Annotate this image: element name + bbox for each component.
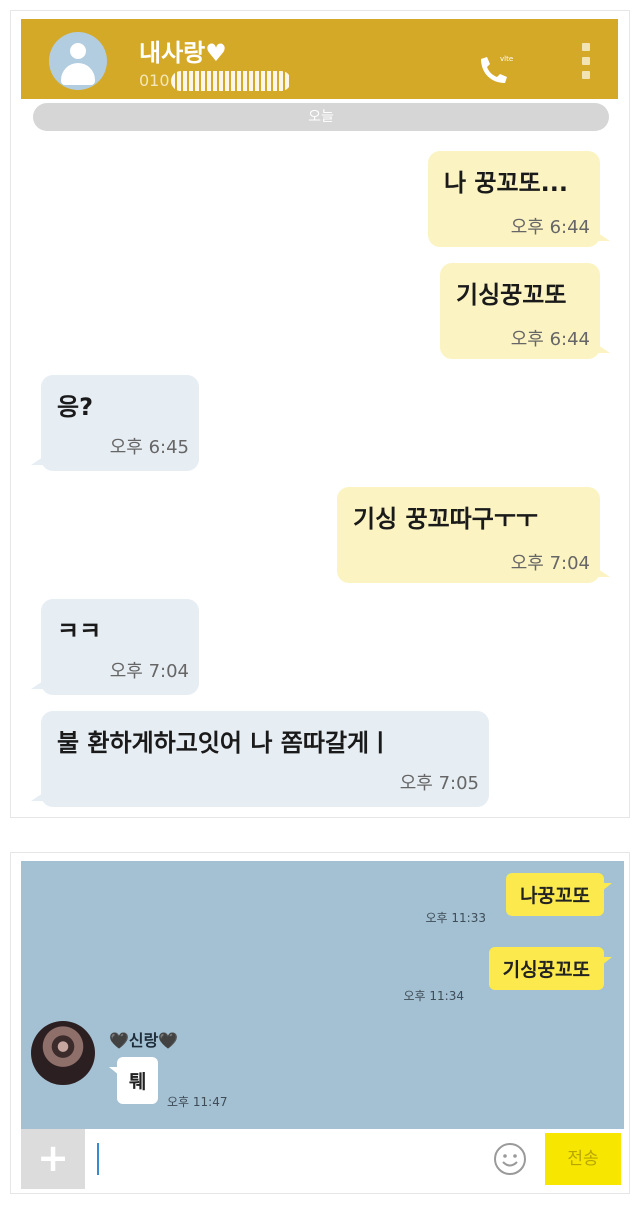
avatar-head-shape — [70, 43, 86, 59]
message-text: ㅋㅋ — [57, 617, 102, 645]
chat-screen-2: 나꿍꼬또 오후 11:33 기싱꿍꼬또 오후 11:34 🖤신랑🖤 퉤 오후 1… — [10, 852, 630, 1194]
message-time: 오후 7:04 — [510, 553, 590, 574]
received-message-bubble[interactable]: 퉤 — [108, 1057, 159, 1104]
svg-text:vlte: vlte — [500, 55, 513, 63]
message-text: 불 환하게하고잇어 나 쫌따갈게ㅣ — [57, 729, 392, 757]
sent-message-bubble[interactable]: 기싱꿍꼬또 오후 6:44 — [440, 263, 610, 359]
message-time: 오후 6:44 — [510, 217, 590, 238]
message-time: 오후 11:33 — [425, 911, 486, 925]
sender-avatar[interactable] — [31, 1021, 95, 1085]
text-caret — [97, 1143, 99, 1175]
avatar-body-shape — [61, 63, 95, 85]
received-message-bubble[interactable]: 응? 오후 6:45 — [31, 375, 199, 471]
send-button[interactable]: 전송 — [545, 1133, 621, 1185]
chat-screen-1: 내사랑♥ 010 vlte 오늘 나 꿍꼬또... 오후 6:44 기싱꿍꼬또 … — [10, 10, 630, 818]
sender-name: 🖤신랑🖤 — [109, 1031, 179, 1050]
attach-plus-button[interactable]: + — [21, 1129, 85, 1189]
message-time: 오후 6:45 — [109, 437, 189, 458]
sent-message-bubble[interactable]: 기싱 꿍꼬따구ㅜㅜ 오후 7:04 — [337, 487, 610, 583]
message-text: 나 꿍꼬또... — [444, 169, 569, 197]
date-divider: 오늘 — [33, 103, 609, 131]
phone-call-icon[interactable]: vlte — [473, 49, 517, 89]
message-text: 기싱꿍꼬또 — [456, 281, 567, 309]
received-message-bubble[interactable]: ㅋㅋ 오후 7:04 — [31, 599, 199, 695]
message-input-bar: + 전송 — [21, 1129, 624, 1189]
chat-area: 나꿍꼬또 오후 11:33 기싱꿍꼬또 오후 11:34 🖤신랑🖤 퉤 오후 1… — [21, 861, 624, 1129]
contact-name: 내사랑♥ — [139, 39, 227, 67]
sent-message-bubble[interactable]: 기싱꿍꼬또 — [488, 947, 613, 990]
message-input[interactable] — [103, 1139, 483, 1179]
message-time: 오후 6:44 — [510, 329, 590, 350]
message-time: 오후 7:04 — [109, 661, 189, 682]
redaction-scribble — [171, 71, 291, 91]
message-time: 오후 7:05 — [399, 773, 479, 794]
message-text: 기싱 꿍꼬따구ㅜㅜ — [353, 505, 538, 533]
emoticon-icon[interactable] — [493, 1142, 527, 1176]
message-time: 오후 11:34 — [403, 989, 464, 1003]
chat-header: 내사랑♥ 010 vlte — [21, 19, 618, 99]
sent-message-bubble[interactable]: 나 꿍꼬또... 오후 6:44 — [428, 151, 610, 247]
message-text: 응? — [57, 393, 94, 421]
sent-message-bubble[interactable]: 나꿍꼬또 — [506, 873, 612, 916]
contact-avatar[interactable] — [49, 32, 107, 90]
received-message-bubble[interactable]: 불 환하게하고잇어 나 쫌따갈게ㅣ 오후 7:05 — [31, 711, 489, 807]
contact-phone: 010 — [139, 71, 170, 90]
more-menu-icon[interactable] — [579, 43, 593, 85]
message-time: 오후 11:47 — [167, 1095, 228, 1109]
